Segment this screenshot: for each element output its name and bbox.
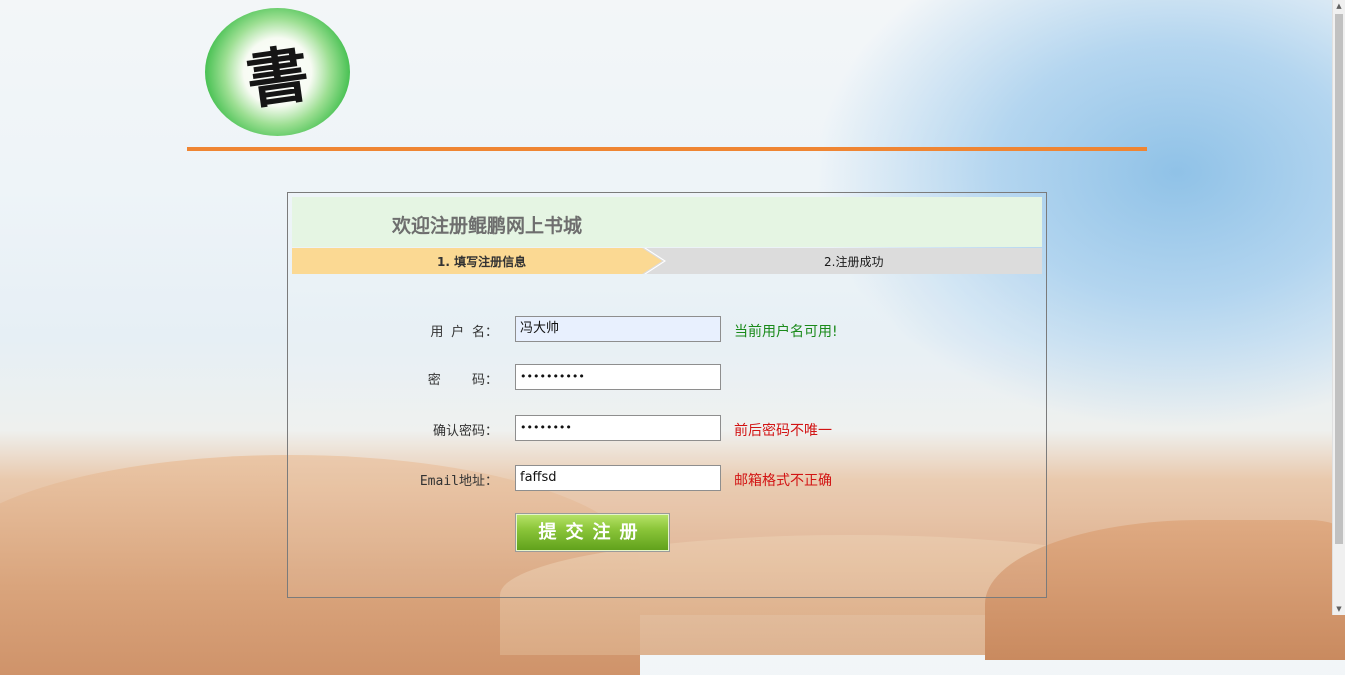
scroll-down-arrow-icon[interactable]: ▼ [1333, 603, 1345, 615]
confirm-password-row: 确认密码： •••••••• 前后密码不唯一 [288, 415, 1046, 443]
step-label: 2.注册成功 [824, 255, 884, 269]
vertical-scrollbar[interactable]: ▲ ▼ [1332, 0, 1345, 615]
site-logo: 書 [205, 8, 350, 136]
welcome-title: 欢迎注册鲲鹏网上书城 [392, 215, 583, 237]
email-label: Email地址： [419, 474, 498, 489]
password-input[interactable]: •••••••••• [515, 364, 721, 390]
email-error: 邮箱格式不正确 [734, 473, 832, 489]
confirm-password-label: 确认密码： [432, 424, 498, 439]
step-label: 1. 填写注册信息 [437, 255, 527, 269]
confirm-password-error: 前后密码不唯一 [734, 423, 832, 439]
logo-calligraphy: 書 [242, 36, 315, 118]
scroll-up-arrow-icon[interactable]: ▲ [1333, 0, 1345, 12]
submit-register-button[interactable]: 提交注册 [515, 513, 670, 552]
header-divider [187, 147, 1147, 151]
username-label: 用 户 名： [430, 325, 498, 340]
welcome-banner: 欢迎注册鲲鹏网上书城 [292, 197, 1042, 247]
username-input[interactable]: 冯大帅 [515, 316, 721, 342]
registration-panel: 欢迎注册鲲鹏网上书城 2.注册成功 1. 填写注册信息 用 户 名： 冯大帅 当… [287, 192, 1047, 598]
step-fill-info: 1. 填写注册信息 [292, 248, 662, 274]
password-label: 密 码： [427, 373, 498, 388]
email-row: Email地址： faffsd 邮箱格式不正确 [288, 465, 1046, 493]
username-status-message: 当前用户名可用! [734, 324, 838, 340]
password-row: 密 码： •••••••••• [288, 364, 1046, 392]
scrollbar-thumb[interactable] [1335, 14, 1343, 544]
progress-steps: 2.注册成功 1. 填写注册信息 [292, 248, 1042, 274]
username-row: 用 户 名： 冯大帅 当前用户名可用! [288, 316, 1046, 344]
confirm-password-input[interactable]: •••••••• [515, 415, 721, 441]
email-input[interactable]: faffsd [515, 465, 721, 491]
